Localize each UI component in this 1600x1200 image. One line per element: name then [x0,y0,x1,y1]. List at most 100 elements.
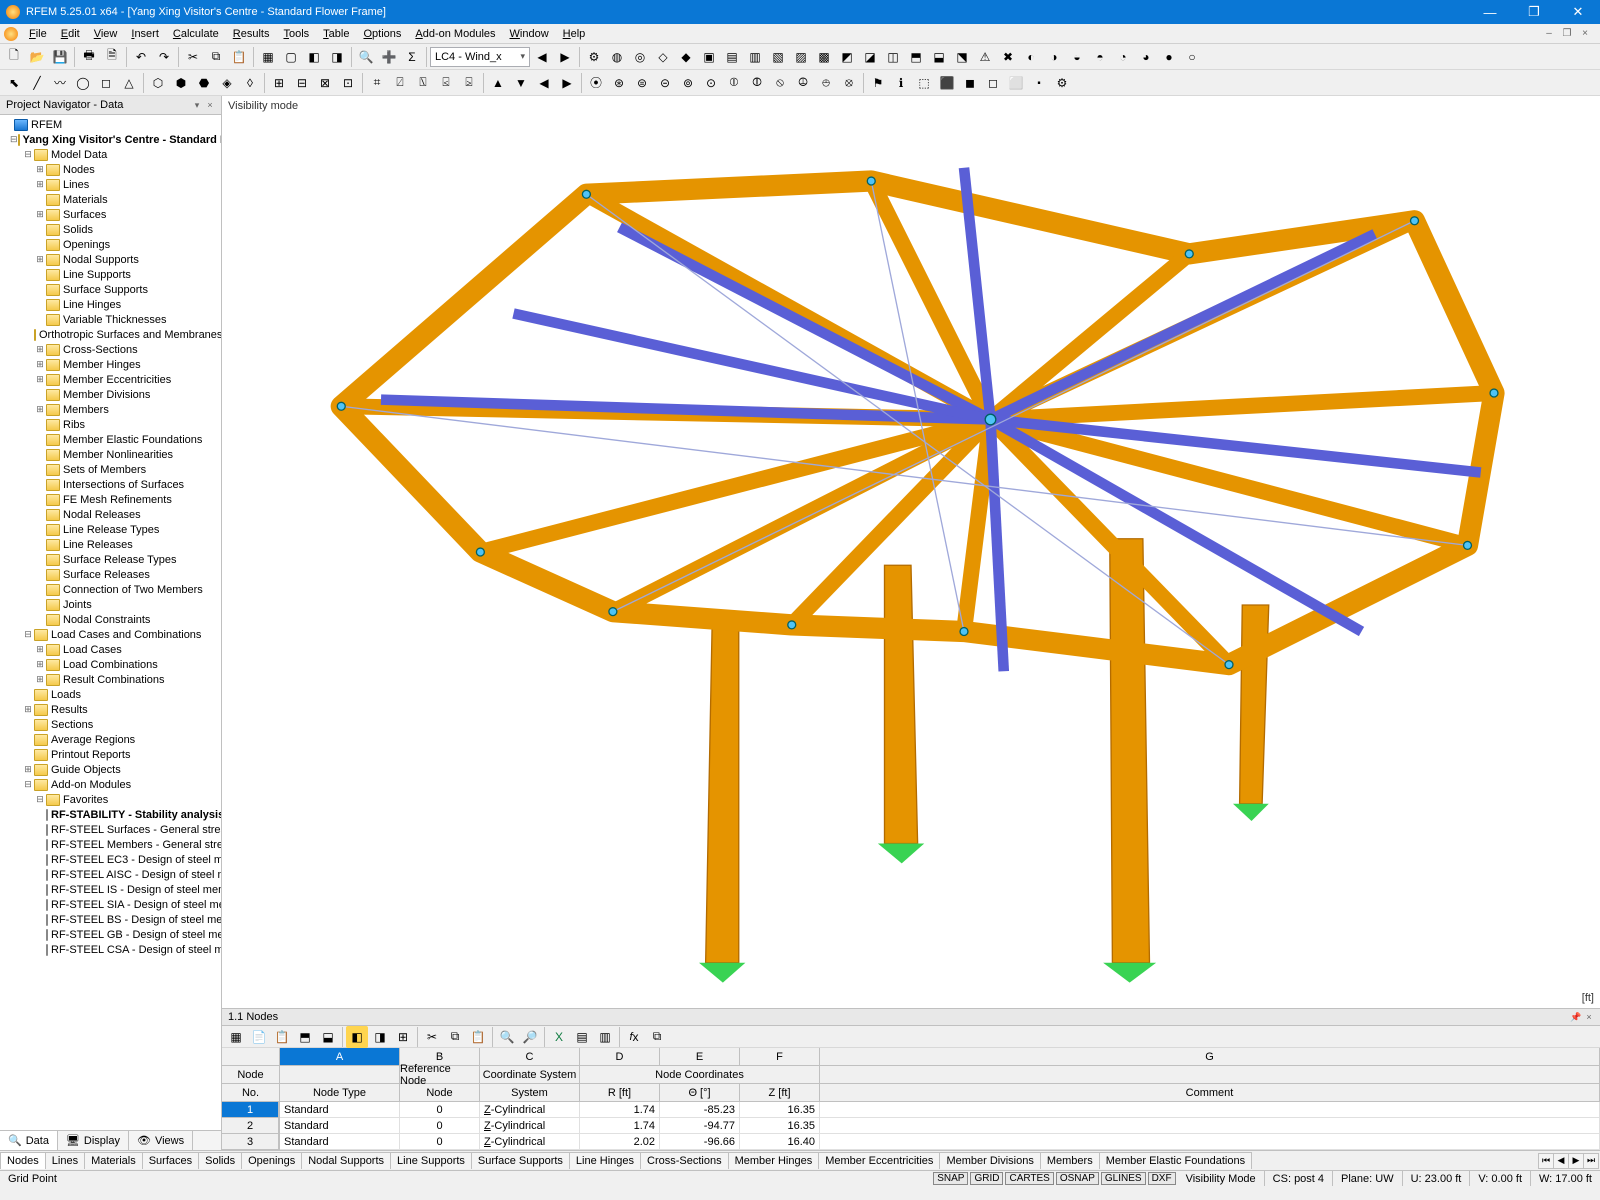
tool-icon[interactable]: ▤ [721,46,743,68]
tree-item[interactable]: Openings [0,237,221,252]
draw-icon[interactable]: ⍁ [389,72,411,94]
gbtn[interactable]: 📋 [271,1026,293,1048]
nav-tab-data[interactable]: 🔍 Data [0,1131,58,1150]
view-icon[interactable]: ⬛ [936,72,958,94]
save-icon[interactable]: 💾 [49,46,71,68]
table-tab[interactable]: Surface Supports [471,1152,570,1169]
draw-icon[interactable]: ⊞ [268,72,290,94]
view-icon[interactable]: ⬜ [1005,72,1027,94]
tab-last-icon[interactable]: ⏭ [1583,1153,1599,1169]
tool-icon[interactable]: ◆ [675,46,697,68]
warning-icon[interactable]: ⚠ [974,46,996,68]
tree-root[interactable]: RFEM [0,117,221,132]
tool-icon[interactable]: ◍ [606,46,628,68]
view-icon[interactable]: ⬚ [913,72,935,94]
tool-icon[interactable]: ▥ [744,46,766,68]
table-tab[interactable]: Members [1040,1152,1100,1169]
tree-item[interactable]: Joints [0,597,221,612]
tree-item[interactable]: ⊞Result Combinations [0,672,221,687]
table-tab[interactable]: Line Supports [390,1152,472,1169]
tree-item[interactable]: Orthotropic Surfaces and Membranes [0,327,221,342]
gbtn[interactable]: ▦ [225,1026,247,1048]
table-tab[interactable]: Solids [198,1152,242,1169]
menu-window[interactable]: Window [503,26,556,42]
tree-item[interactable]: ⊞Load Cases [0,642,221,657]
tool-icon[interactable]: ◑ [1043,46,1065,68]
tree-item[interactable]: ⊞Cross-Sections [0,342,221,357]
table-tab[interactable]: Member Hinges [728,1152,820,1169]
tree-item[interactable]: FE Mesh Refinements [0,492,221,507]
view-icon[interactable]: ⦶ [723,72,745,94]
tool-icon[interactable]: ◪ [859,46,881,68]
menu-results[interactable]: Results [226,26,277,42]
row-header[interactable]: 1 [222,1102,279,1118]
view-icon[interactable]: ◼ [959,72,981,94]
tree-item[interactable]: ⊞Results [0,702,221,717]
table-tab[interactable]: Member Elastic Foundations [1099,1152,1252,1169]
tree-item[interactable]: Member Nonlinearities [0,447,221,462]
info-icon[interactable]: ℹ [890,72,912,94]
view-icon[interactable]: ⦷ [746,72,768,94]
shade-icon[interactable]: ◨ [326,46,348,68]
tool-icon[interactable]: ⬒ [905,46,927,68]
tree-item[interactable]: ⊟Add-on Modules [0,777,221,792]
tree-item[interactable]: Nodal Releases [0,507,221,522]
table-tab[interactable]: Member Divisions [939,1152,1040,1169]
tree-module[interactable]: RF-STABILITY - Stability analysis [0,807,221,822]
tool-icon[interactable]: ● [1158,46,1180,68]
view-icon[interactable]: ⦻ [838,72,860,94]
tree-item[interactable]: Nodal Constraints [0,612,221,627]
solid-icon[interactable]: ◧ [303,46,325,68]
tree-item[interactable]: ⊞Guide Objects [0,762,221,777]
tree-module[interactable]: RF-STEEL CSA - Design of steel members [0,942,221,957]
table-tab[interactable]: Nodal Supports [301,1152,391,1169]
gbtn[interactable]: 🔎 [519,1026,541,1048]
draw-icon[interactable]: ⬡ [147,72,169,94]
tab-prev-icon[interactable]: ◀ [1553,1153,1569,1169]
table-tab[interactable]: Cross-Sections [640,1152,729,1169]
view-icon[interactable]: ⦹ [792,72,814,94]
zoom-in-icon[interactable]: ➕ [378,46,400,68]
view-icon[interactable]: ⊛ [608,72,630,94]
table-tab[interactable]: Lines [45,1152,85,1169]
excel-icon[interactable]: X [548,1026,570,1048]
draw-icon[interactable]: ⊠ [314,72,336,94]
gbtn[interactable]: ⊞ [392,1026,414,1048]
table-tab[interactable]: Openings [241,1152,302,1169]
menu-tools[interactable]: Tools [276,26,316,42]
close-grid-icon[interactable]: × [1584,1012,1594,1022]
tool-icon[interactable]: ◒ [1066,46,1088,68]
gbtn[interactable]: ⧉ [444,1026,466,1048]
close-panel-icon[interactable]: × [205,100,215,110]
tree-loadcases[interactable]: ⊟Load Cases and Combinations [0,627,221,642]
tool-icon[interactable]: ◕ [1135,46,1157,68]
tree-item[interactable]: ⊞Members [0,402,221,417]
tab-first-icon[interactable]: ⏮ [1538,1153,1554,1169]
status-toggle-snap[interactable]: SNAP [933,1172,968,1185]
view-icon[interactable]: ⊜ [631,72,653,94]
draw-icon[interactable]: ▼ [510,72,532,94]
draw-icon[interactable]: ⬢ [170,72,192,94]
menu-add-on-modules[interactable]: Add-on Modules [408,26,502,42]
next-lc-icon[interactable]: ▶ [554,46,576,68]
menu-view[interactable]: View [87,26,125,42]
status-toggle-glines[interactable]: GLINES [1101,1172,1146,1185]
gbtn[interactable]: 📋 [467,1026,489,1048]
select-icon[interactable]: ⬉ [3,72,25,94]
tree-item[interactable]: ⊞Member Eccentricities [0,372,221,387]
gbtn[interactable]: ✂ [421,1026,443,1048]
tree-module[interactable]: RF-STEEL BS - Design of steel members [0,912,221,927]
draw-icon[interactable]: ⌗ [366,72,388,94]
tree-module[interactable]: RF-STEEL GB - Design of steel members [0,927,221,942]
tool-icon[interactable]: ⬔ [951,46,973,68]
tool-icon[interactable]: ◔ [1112,46,1134,68]
tree-item[interactable]: ⊞Lines [0,177,221,192]
view-icon[interactable]: ⊙ [700,72,722,94]
tree-item[interactable]: Sections [0,717,221,732]
menu-file[interactable]: File [22,26,54,42]
draw-icon[interactable]: ◀ [533,72,555,94]
tree-item[interactable]: Average Regions [0,732,221,747]
cross-icon[interactable]: ✖ [997,46,1019,68]
draw-icon[interactable]: ⍃ [435,72,457,94]
tree-item[interactable]: ⊞Surfaces [0,207,221,222]
